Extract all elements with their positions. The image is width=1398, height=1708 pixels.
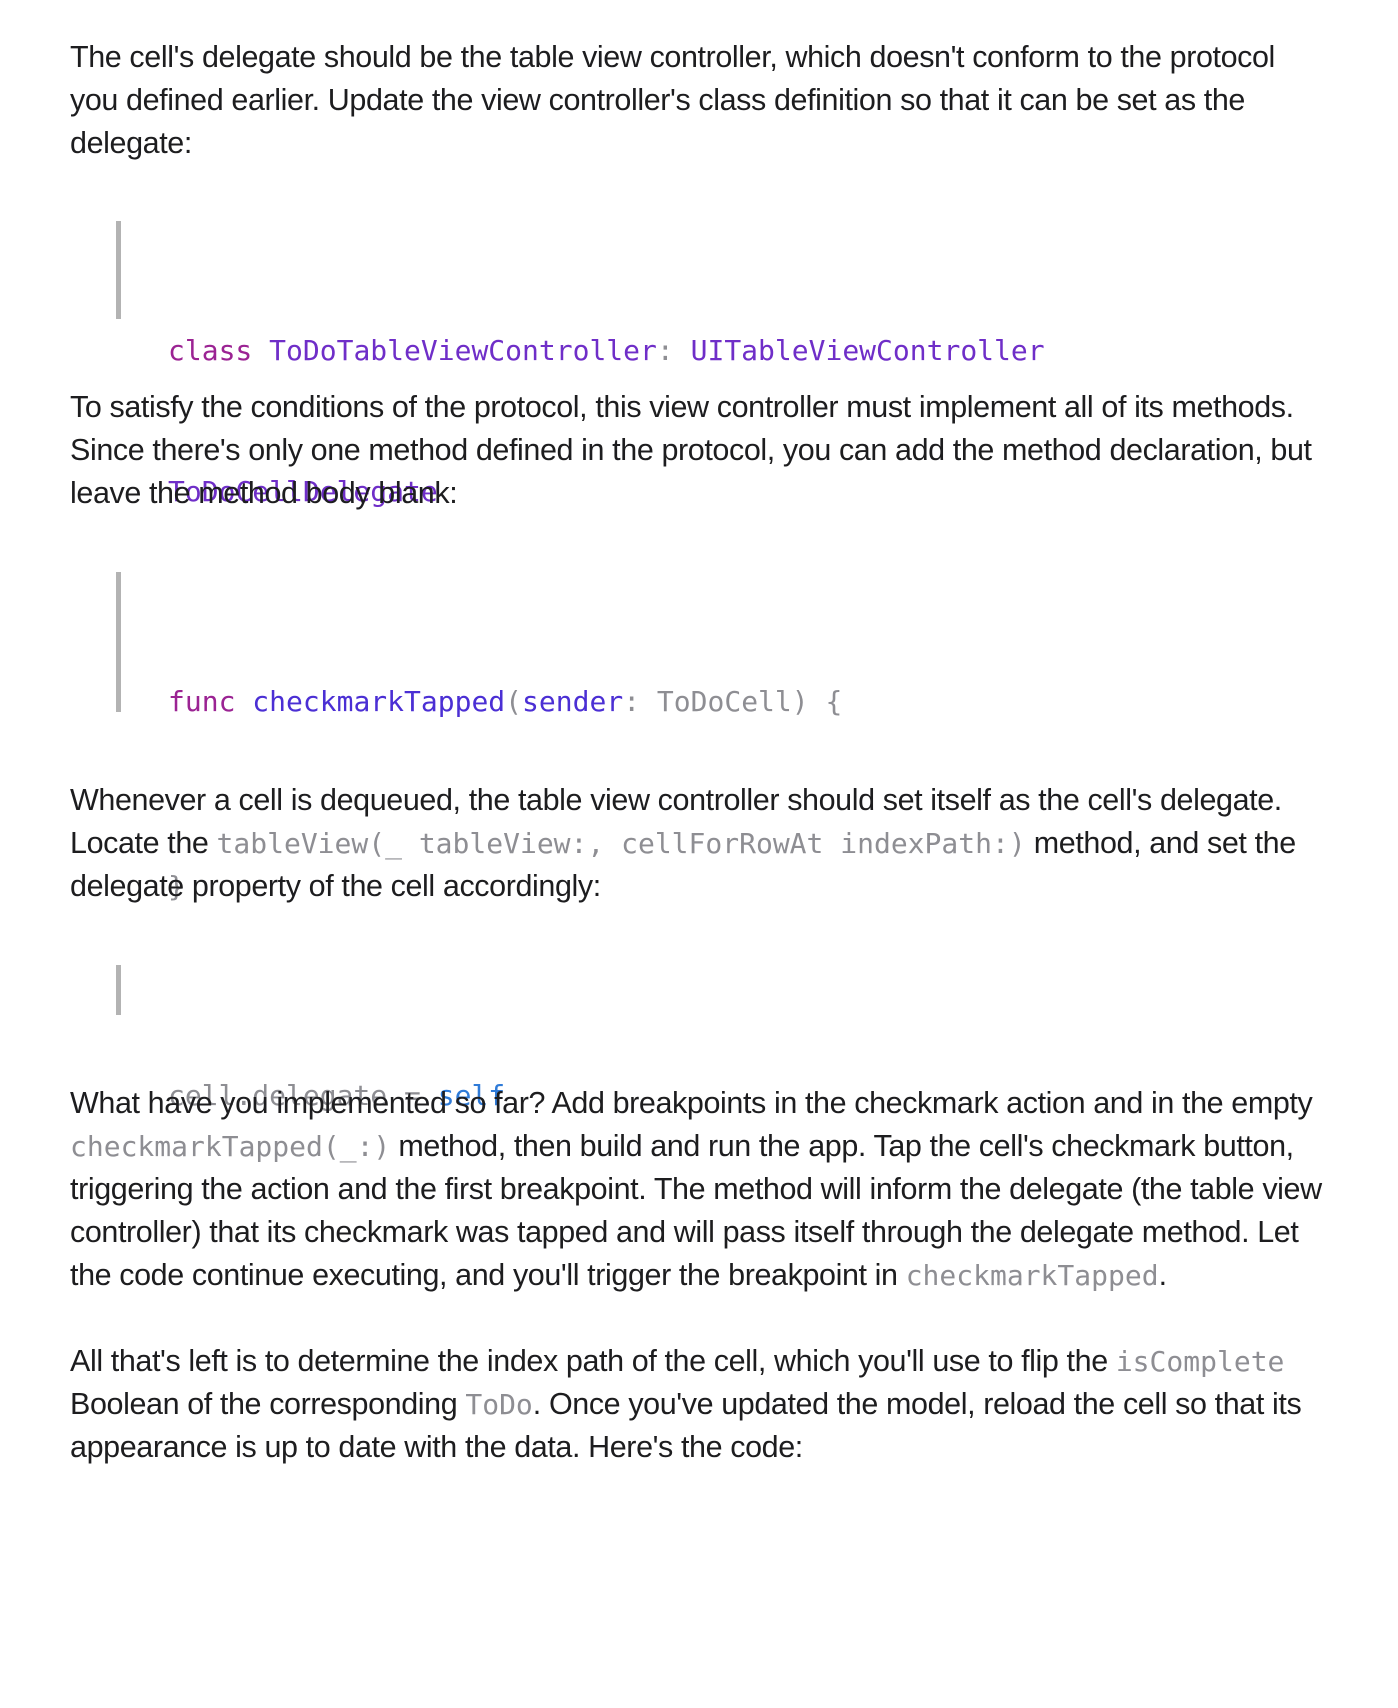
code-block-class-definition: class ToDoTableViewController: UITableVi… [116, 221, 1045, 508]
paragraph-protocol-conditions: To satisfy the conditions of the protoco… [70, 390, 1312, 510]
inline-code-tableview-method: tableView(_ tableView:, cellForRowAt ind… [216, 827, 1026, 860]
code-keyword-class: class [168, 334, 253, 367]
inline-code-checkmark-tapped-signature: checkmarkTapped(_:) [70, 1130, 391, 1163]
paragraph-breakpoints-text-1: What have you implemented so far? Add br… [70, 1086, 1313, 1120]
paragraph-breakpoints: What have you implemented so far? Add br… [70, 1082, 1330, 1297]
code-method-name: checkmarkTapped [252, 685, 506, 718]
paragraph-index-path-text-1: All that's left is to determine the inde… [70, 1344, 1116, 1378]
code-superclass: UITableViewController [690, 334, 1045, 367]
code-param-type: : ToDoCell) { [623, 685, 843, 718]
inline-code-checkmark-tapped: checkmarkTapped [905, 1259, 1159, 1292]
inline-code-todo: ToDo [465, 1388, 533, 1421]
paragraph-breakpoints-text-3: . [1158, 1258, 1167, 1292]
inline-code-is-complete: isComplete [1115, 1345, 1285, 1378]
paragraph-delegate-intro: The cell's delegate should be the table … [70, 40, 1275, 160]
paragraph-index-path: All that's left is to determine the inde… [70, 1340, 1330, 1469]
code-line-class-declaration: class ToDoTableViewController: UITableVi… [168, 326, 1045, 376]
code-keyword-func: func [168, 685, 236, 718]
code-class-name: ToDoTableViewController [269, 334, 657, 367]
paragraph-index-path-text-2: Boolean of the corresponding [70, 1387, 466, 1421]
code-block-method-stub: func checkmarkTapped(sender: ToDoCell) {… [116, 572, 842, 903]
code-colon: : [656, 334, 674, 367]
code-line-func-signature: func checkmarkTapped(sender: ToDoCell) { [168, 677, 842, 727]
code-param-label: sender [522, 685, 624, 718]
code-open-paren: ( [505, 685, 523, 718]
paragraph-set-delegate: Whenever a cell is dequeued, the table v… [70, 779, 1330, 908]
document-page: The cell's delegate should be the table … [0, 0, 1398, 1708]
code-block-delegate-assignment: cell.delegate = self [116, 965, 505, 1112]
